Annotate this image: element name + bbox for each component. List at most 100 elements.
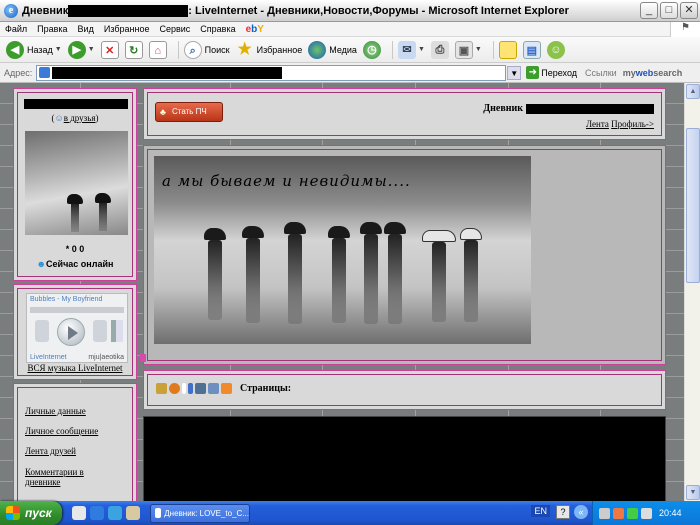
menu-favorites[interactable]: Избранное (99, 24, 155, 34)
research-button[interactable]: ▤ (522, 40, 541, 59)
search-label: Поиск (204, 44, 230, 55)
folder-quicklaunch-icon[interactable] (126, 506, 140, 520)
menu-view[interactable]: Вид (73, 24, 99, 34)
mws-search: search (653, 67, 683, 78)
scroll-up-button[interactable]: ▲ (686, 84, 700, 99)
banner-reflection (432, 242, 446, 322)
messenger-quicklaunch-icon[interactable] (108, 506, 122, 520)
become-reader-button[interactable]: Стать ПЧ (155, 102, 223, 122)
banner-shoe (284, 222, 306, 234)
taskbar: пуск Дневник: LOVE_to_C... EN ? « 20:44 (0, 501, 700, 525)
taskbar-window-button[interactable]: Дневник: LOVE_to_C... (150, 503, 250, 523)
system-tray: 20:44 (592, 501, 700, 525)
home-button[interactable]: ⌂ (148, 40, 167, 59)
banner-reflection (388, 234, 402, 324)
nav-private-message[interactable]: Личное сообщение (25, 426, 98, 436)
nav-comments-cont[interactable]: дневнике (25, 477, 60, 487)
tray-volume-icon[interactable] (641, 507, 652, 519)
media-button[interactable]: Медиа (308, 40, 357, 59)
menu-tools[interactable]: Сервис (154, 24, 195, 34)
no-entry-icon[interactable] (169, 383, 180, 394)
start-button[interactable]: пуск (0, 501, 62, 525)
nav-friends-feed[interactable]: Лента друзей (25, 446, 76, 456)
profile-link[interactable]: Профиль-> (611, 119, 654, 129)
printer-icon: ⎙ (430, 40, 449, 59)
title-bar: e Дневник : LiveInternet - Дневники,Ново… (0, 0, 700, 22)
address-dropdown[interactable]: ▼ (507, 65, 522, 80)
all-music-link[interactable]: ВСЯ музыка LiveInternet (14, 363, 136, 373)
go-button[interactable]: ➜ Переход (526, 66, 577, 79)
avatar-reflection (71, 204, 79, 232)
refresh-button[interactable]: ↻ (124, 40, 143, 59)
start-label: пуск (25, 506, 52, 520)
tray-app-icon[interactable] (627, 507, 638, 519)
online-status: ☻Сейчас онлайн (14, 259, 136, 269)
player-progress-bar[interactable] (30, 307, 124, 313)
nav-personal-data[interactable]: Личные данные (25, 406, 86, 416)
help-icon[interactable]: ? (556, 505, 570, 519)
notes-button[interactable] (498, 40, 517, 59)
title-prefix: Дневник (22, 4, 69, 17)
tray-network-icon[interactable] (599, 507, 610, 519)
profile-panel: (☺в друзья) * 0 0 ☻Сейчас онлайн (13, 88, 137, 281)
post-area (143, 416, 666, 501)
search-button[interactable]: ⌕ Поиск (183, 40, 230, 59)
maximize-button[interactable]: □ (660, 2, 678, 19)
back-button[interactable]: ◀ Назад ▼ (6, 40, 62, 59)
edit-button[interactable]: ▣ ▼ (454, 40, 482, 59)
nav-panel: Личные данные Личное сообщение Лента дру… (13, 383, 137, 501)
messenger-button[interactable]: ☺ (546, 40, 565, 59)
menu-edit[interactable]: Правка (32, 24, 72, 34)
music-player[interactable]: Bubbles - My Boyfriend LiveInternet mju|… (26, 293, 128, 363)
ie-quicklaunch-icon[interactable] (90, 506, 104, 520)
refresh-icon: ↻ (124, 40, 143, 59)
volume-icon[interactable] (111, 320, 123, 342)
forward-button[interactable]: ▶ ▼ (67, 40, 95, 59)
scroll-thumb[interactable] (686, 128, 700, 283)
minimize-button[interactable]: _ (640, 2, 658, 19)
mywebsearch-logo[interactable]: mywebsearch (623, 68, 683, 78)
mail-button[interactable]: ✉ ▼ (397, 40, 425, 59)
panel-frame (147, 92, 662, 136)
scroll-down-button[interactable]: ▼ (686, 485, 700, 500)
taskbar-window-label: Дневник: LOVE_to_C... (164, 508, 249, 518)
online-icon: ☻ (36, 259, 47, 269)
show-hidden-icons[interactable]: « (574, 505, 588, 519)
banner-reflection (332, 238, 346, 323)
language-indicator[interactable]: EN (531, 505, 550, 517)
address-input[interactable] (36, 64, 507, 81)
ebay-menu[interactable]: ebY (241, 24, 269, 35)
show-desktop-icon[interactable] (72, 506, 86, 520)
stop-button[interactable]: ✕ (100, 40, 119, 59)
banner-caption: а мы бываем и невидимы.... (162, 172, 411, 190)
print-icon[interactable] (195, 383, 206, 394)
prev-page-icon[interactable] (156, 383, 167, 394)
next-track-icon[interactable] (93, 320, 107, 342)
email-icon[interactable] (208, 383, 219, 394)
menu-file[interactable]: Файл (0, 24, 32, 34)
close-button[interactable]: ✕ (680, 2, 698, 19)
prev-track-icon[interactable] (35, 320, 49, 342)
history-button[interactable]: ◷ (362, 40, 381, 59)
add-friend-link[interactable]: в друзья (64, 113, 96, 123)
feed-link[interactable]: Лента (586, 119, 609, 129)
clock: 20:44 (659, 508, 682, 518)
rss-icon[interactable] (221, 383, 232, 394)
bookmark-icon[interactable] (188, 383, 193, 394)
go-arrow-icon: ➜ (526, 66, 540, 79)
menu-help[interactable]: Справка (195, 24, 240, 34)
page-icon (39, 67, 51, 78)
windows-logo-icon (6, 506, 20, 520)
tray-antivirus-icon[interactable] (613, 507, 624, 519)
print-button[interactable]: ⎙ (430, 40, 449, 59)
links-button[interactable]: Ссылки (585, 68, 617, 78)
play-button[interactable] (57, 318, 85, 346)
banner-shoe (422, 230, 456, 242)
avatar[interactable] (25, 131, 128, 235)
friends-icon: ☺ (54, 113, 64, 123)
favorites-button[interactable]: ★ Избранное (236, 41, 302, 59)
vertical-scrollbar[interactable]: ▲ ▼ (684, 83, 700, 501)
player-track-title: Bubbles - My Boyfriend (30, 296, 103, 303)
nav-comments[interactable]: Комментарии в (25, 467, 84, 477)
music-panel: Bubbles - My Boyfriend LiveInternet mju|… (13, 284, 137, 380)
